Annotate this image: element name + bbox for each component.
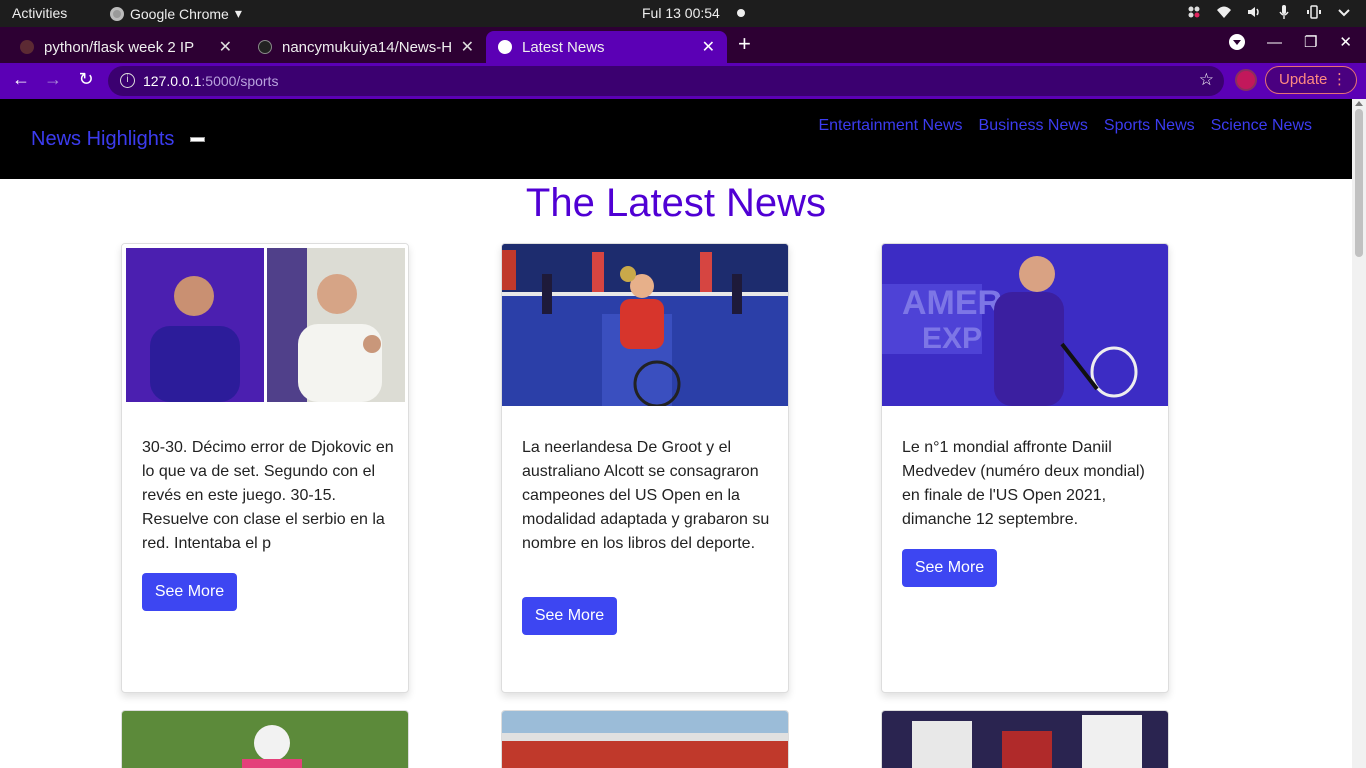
wifi-icon[interactable] <box>1216 4 1232 20</box>
tab-python-flask[interactable]: python/flask week 2 IP ✕ <box>0 31 244 63</box>
reload-icon[interactable]: ↻ <box>75 69 97 90</box>
chevron-down-icon: ▾ <box>234 5 242 21</box>
article-image: AMER EXP <box>882 244 1168 406</box>
app-name: Google Chrome <box>130 5 229 22</box>
browser-tab-strip: python/flask week 2 IP ✕ nancymukuiya14/… <box>0 27 1366 63</box>
site-info-icon[interactable]: i <box>120 73 135 88</box>
profile-avatar[interactable] <box>1235 69 1257 91</box>
app-menu[interactable]: Google Chrome ▾ <box>110 5 242 22</box>
address-bar[interactable]: i 127.0.0.1:5000/sports ☆ <box>108 66 1224 96</box>
article-image <box>882 711 1168 768</box>
page-title: The Latest News <box>525 181 827 225</box>
update-label: Update <box>1279 71 1328 88</box>
clock[interactable]: Ful 13 00:54 <box>642 5 720 21</box>
news-card: 30-30. Décimo error de Djokovic en lo qu… <box>121 243 409 693</box>
navbar-toggler-icon[interactable] <box>190 137 205 142</box>
update-button[interactable]: Update ⋮ <box>1265 66 1357 94</box>
site-navbar: News Highlights Entertainment News Busin… <box>0 99 1352 179</box>
window-controls: — ❐ ✕ <box>1228 33 1352 51</box>
new-tab-button[interactable]: + <box>738 31 751 57</box>
bookmark-star-icon[interactable]: ☆ <box>1199 70 1214 90</box>
tab-favicon-icon <box>20 40 34 54</box>
globe-icon <box>498 40 512 54</box>
slack-icon[interactable] <box>1186 4 1202 20</box>
minimize-icon[interactable]: — <box>1267 34 1282 51</box>
more-menu-icon[interactable]: ⋮ <box>1332 67 1347 93</box>
svg-text:AMER: AMER <box>902 284 1002 322</box>
see-more-button[interactable]: See More <box>142 573 237 611</box>
news-card <box>501 710 789 768</box>
tab-github-repo[interactable]: nancymukuiya14/News-H ✕ <box>244 31 486 63</box>
nav-link-science[interactable]: Science News <box>1211 117 1312 135</box>
close-tab-icon[interactable]: ✕ <box>219 37 232 57</box>
activities-button[interactable]: Activities <box>12 5 67 21</box>
tab-label: python/flask week 2 IP <box>44 38 195 56</box>
brand-link[interactable]: News Highlights <box>31 128 174 151</box>
scrollbar-thumb[interactable] <box>1355 109 1363 257</box>
article-description: La neerlandesa De Groot y el australiano… <box>522 439 770 552</box>
tab-label: Latest News <box>522 38 605 56</box>
article-description: Le n°1 mondial affronte Daniil Medvedev … <box>902 439 1145 528</box>
nav-link-entertainment[interactable]: Entertainment News <box>818 117 962 135</box>
tab-label: nancymukuiya14/News-H <box>282 38 452 56</box>
github-icon <box>258 40 272 54</box>
page-scrollbar[interactable] <box>1352 99 1366 768</box>
volume-icon[interactable] <box>1246 4 1262 20</box>
news-card <box>881 710 1169 768</box>
web-page: News Highlights Entertainment News Busin… <box>0 99 1352 768</box>
article-image <box>122 711 408 768</box>
article-image <box>502 244 788 406</box>
scroll-up-icon[interactable] <box>1355 101 1363 106</box>
notification-dot <box>737 9 745 17</box>
microphone-icon[interactable] <box>1276 4 1292 20</box>
article-image <box>122 244 408 406</box>
browser-toolbar: ← → ↻ i 127.0.0.1:5000/sports ☆ Update ⋮ <box>0 63 1366 99</box>
close-tab-icon[interactable]: ✕ <box>702 37 715 57</box>
news-card: La neerlandesa De Groot y el australiano… <box>501 243 789 693</box>
restore-icon[interactable]: ❐ <box>1304 33 1317 51</box>
tab-search-icon[interactable] <box>1228 34 1245 50</box>
close-tab-icon[interactable]: ✕ <box>461 37 474 57</box>
back-icon[interactable]: ← <box>10 69 32 90</box>
forward-icon[interactable]: → <box>42 69 64 90</box>
tab-latest-news[interactable]: Latest News ✕ <box>486 31 727 63</box>
see-more-button[interactable]: See More <box>902 549 997 587</box>
article-description: 30-30. Décimo error de Djokovic en lo qu… <box>142 439 394 552</box>
nav-links: Entertainment News Business News Sports … <box>818 117 1312 135</box>
news-card: AMER EXP Le n°1 mondial affronte Daniil … <box>881 243 1169 693</box>
nav-link-sports[interactable]: Sports News <box>1104 117 1195 135</box>
system-tray[interactable] <box>1186 4 1352 20</box>
close-window-icon[interactable]: ✕ <box>1339 33 1352 51</box>
article-image <box>502 711 788 768</box>
svg-text:EXP: EXP <box>922 322 982 355</box>
nav-link-business[interactable]: Business News <box>979 117 1088 135</box>
url-text[interactable]: 127.0.0.1:5000/sports <box>143 73 278 89</box>
power-menu-icon[interactable] <box>1336 4 1352 20</box>
see-more-button[interactable]: See More <box>522 597 617 635</box>
os-top-bar: Activities Google Chrome ▾ Ful 13 00:54 <box>0 0 1366 27</box>
news-card <box>121 710 409 768</box>
phone-connect-icon[interactable] <box>1306 4 1322 20</box>
chrome-icon <box>110 6 124 21</box>
